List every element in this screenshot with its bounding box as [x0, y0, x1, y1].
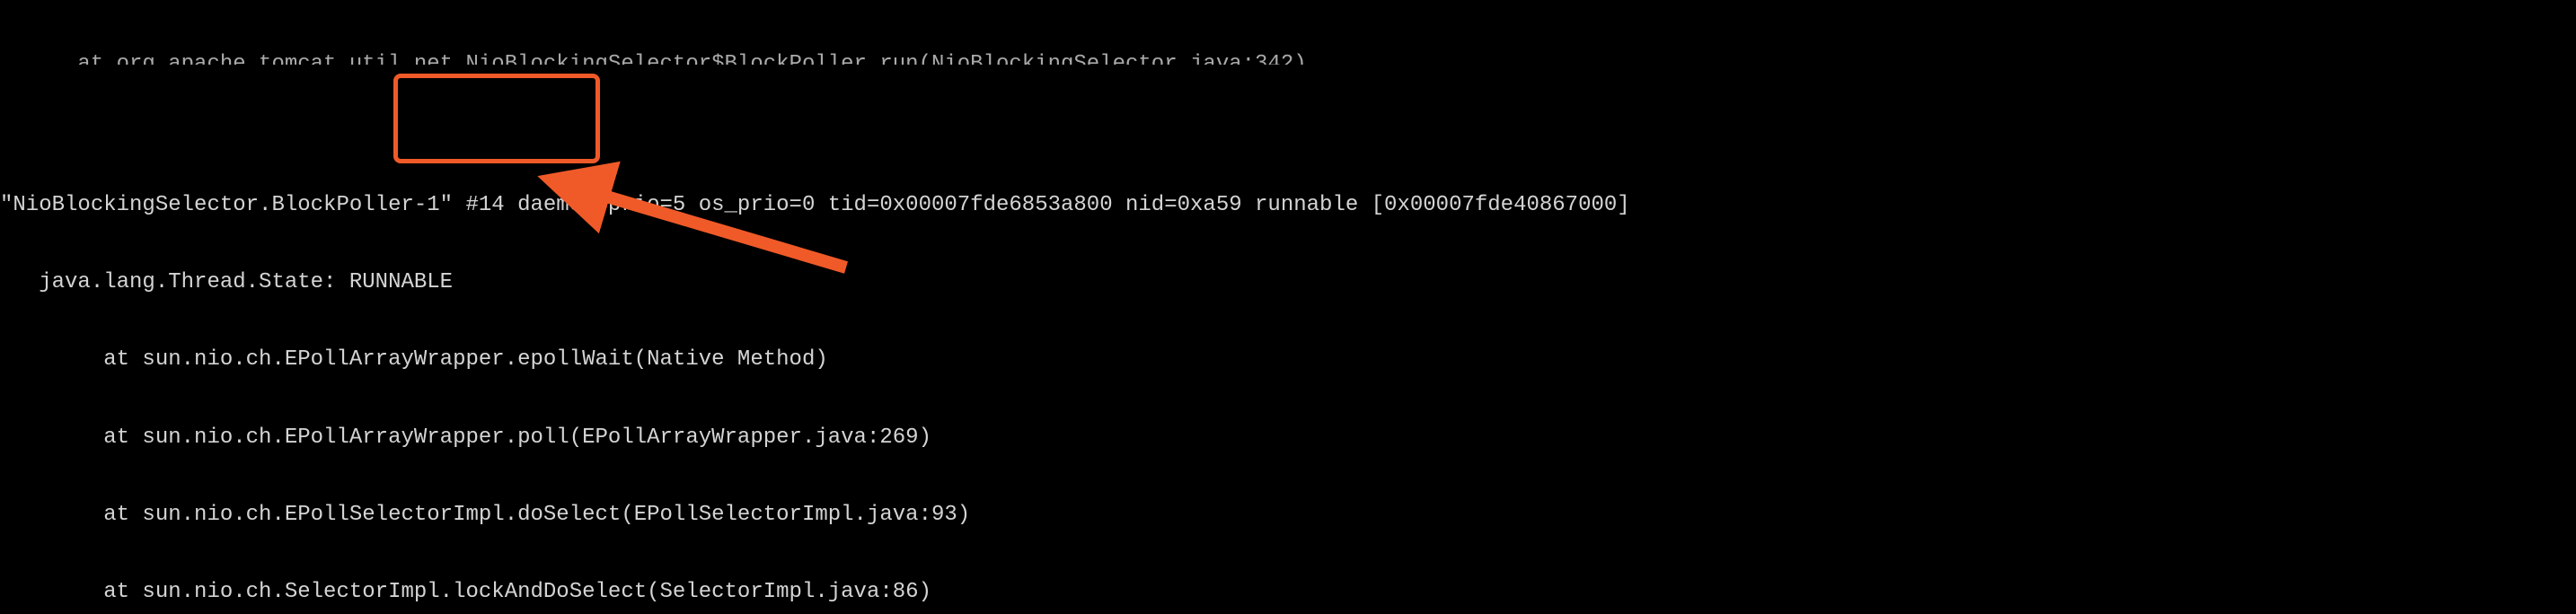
thread-state: java.lang.Thread.State: RUNNABLE [0, 270, 2576, 296]
thread-header: "NioBlockingSelector.BlockPoller-1" #14 … [0, 193, 2576, 219]
stack-line: at sun.nio.ch.EPollArrayWrapper.poll(EPo… [0, 425, 2576, 452]
stack-line: at sun.nio.ch.EPollSelectorImpl.doSelect… [0, 503, 2576, 529]
stack-line: at sun.nio.ch.SelectorImpl.lockAndDoSele… [0, 580, 2576, 606]
blank-line [0, 116, 2576, 142]
terminal-output: at org.apache.tomcat.util.net.NioBlockin… [0, 0, 2576, 614]
stack-line: at sun.nio.ch.EPollArrayWrapper.epollWai… [0, 347, 2576, 373]
stack-line: at org.apache.tomcat.util.net.NioBlockin… [0, 52, 2576, 65]
